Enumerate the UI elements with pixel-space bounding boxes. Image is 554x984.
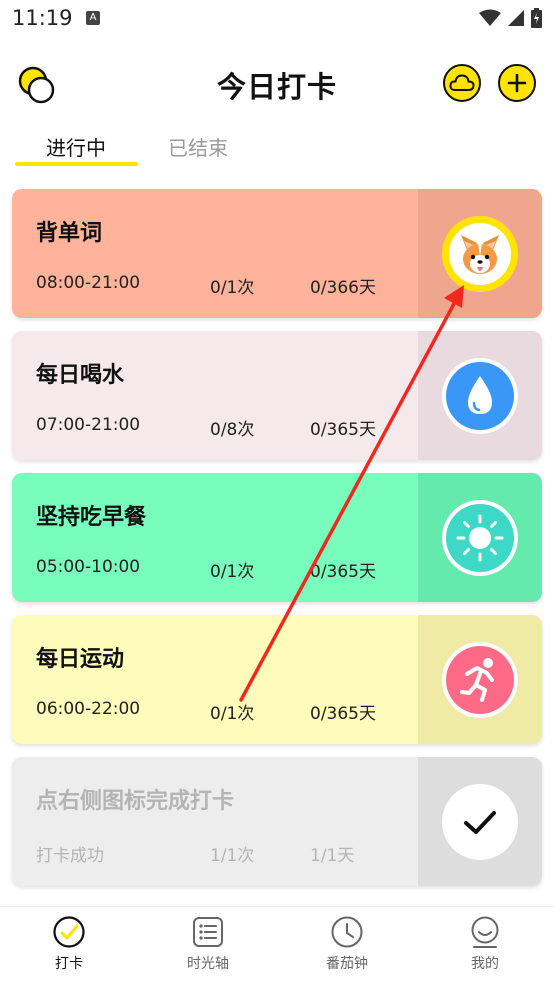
checkin-card-breakfast[interactable]: 坚持吃早餐 05:00-10:00 0/1次 0/365天 xyxy=(12,473,542,602)
cloud-icon xyxy=(449,74,475,91)
battery-icon xyxy=(531,8,542,28)
bottom-nav: 打卡 时光轴 番茄钟 我的 xyxy=(0,906,554,984)
checkin-card-drink-water[interactable]: 每日喝水 07:00-21:00 0/8次 0/365天 xyxy=(12,331,542,460)
card-title: 每日运动 xyxy=(36,647,125,672)
checkin-card-hint[interactable]: 点右侧图标完成打卡 打卡成功 1/1次 1/1天 xyxy=(12,757,542,886)
nav-label: 时光轴 xyxy=(187,956,229,972)
card-count: 0/1次 xyxy=(210,278,255,298)
nav-label: 番茄钟 xyxy=(326,956,368,972)
nav-label: 我的 xyxy=(471,956,499,972)
card-title: 每日喝水 xyxy=(36,363,125,388)
wifi-icon xyxy=(479,9,501,26)
card-title: 背单词 xyxy=(36,221,103,246)
tab-ended[interactable]: 已结束 xyxy=(168,132,228,161)
status-icons xyxy=(479,8,542,28)
corgi-icon xyxy=(449,222,511,285)
checkin-card-exercise[interactable]: 每日运动 06:00-22:00 0/1次 0/365天 xyxy=(12,615,542,744)
card-checkin-area[interactable] xyxy=(418,331,542,460)
checkin-icon xyxy=(52,915,86,949)
card-count: 0/8次 xyxy=(210,420,255,440)
checkin-button[interactable] xyxy=(442,499,518,576)
nav-checkin[interactable]: 打卡 xyxy=(14,915,124,973)
signal-icon xyxy=(508,10,524,26)
card-checkin-area[interactable] xyxy=(418,757,542,886)
nav-pomodoro[interactable]: 番茄钟 xyxy=(292,915,402,973)
card-title: 点右侧图标完成打卡 xyxy=(36,789,235,814)
nav-label: 打卡 xyxy=(55,956,83,972)
card-checkin-area[interactable] xyxy=(418,189,542,318)
checkmark-icon xyxy=(464,810,496,834)
card-title: 坚持吃早餐 xyxy=(36,505,147,530)
clock-icon xyxy=(330,915,364,949)
checkin-button[interactable] xyxy=(442,215,518,292)
nav-timeline[interactable]: 时光轴 xyxy=(153,915,263,973)
checkin-card-vocabulary[interactable]: 背单词 08:00-21:00 0/1次 0/366天 xyxy=(12,189,542,318)
tabs: 进行中 已结束 xyxy=(0,124,554,170)
card-count: 0/1次 xyxy=(210,562,255,582)
card-status: 打卡成功 xyxy=(36,846,104,866)
nav-profile[interactable]: 我的 xyxy=(430,915,540,973)
tab-ongoing[interactable]: 进行中 xyxy=(46,132,106,161)
card-count: 1/1次 xyxy=(210,846,255,866)
card-checkin-area[interactable] xyxy=(418,615,542,744)
card-checkin-area[interactable] xyxy=(418,473,542,602)
card-days: 0/365天 xyxy=(310,562,376,582)
checkin-button[interactable] xyxy=(442,783,518,860)
status-time: 11:19 xyxy=(12,6,73,30)
card-count: 0/1次 xyxy=(210,704,255,724)
cloud-sync-button[interactable] xyxy=(443,64,481,102)
status-bar: 11:19 A xyxy=(0,0,554,40)
card-days: 0/365天 xyxy=(310,420,376,440)
card-time: 05:00-10:00 xyxy=(36,557,141,577)
card-days: 0/366天 xyxy=(310,278,376,298)
profile-icon xyxy=(468,915,502,949)
plus-icon xyxy=(507,73,527,93)
notification-badge: A xyxy=(86,11,100,25)
card-time: 08:00-21:00 xyxy=(36,273,141,293)
active-tab-indicator xyxy=(15,162,138,166)
header: 今日打卡 xyxy=(0,50,554,116)
sun-icon xyxy=(446,503,514,572)
running-icon xyxy=(446,645,514,714)
card-time: 07:00-21:00 xyxy=(36,415,141,435)
checkin-button[interactable] xyxy=(442,357,518,434)
water-drop-icon xyxy=(446,361,514,430)
checkin-button[interactable] xyxy=(442,641,518,718)
timeline-icon xyxy=(191,915,225,949)
card-days: 0/365天 xyxy=(310,704,376,724)
card-time: 06:00-22:00 xyxy=(36,699,141,719)
add-button[interactable] xyxy=(498,64,536,102)
card-days: 1/1天 xyxy=(310,846,355,866)
